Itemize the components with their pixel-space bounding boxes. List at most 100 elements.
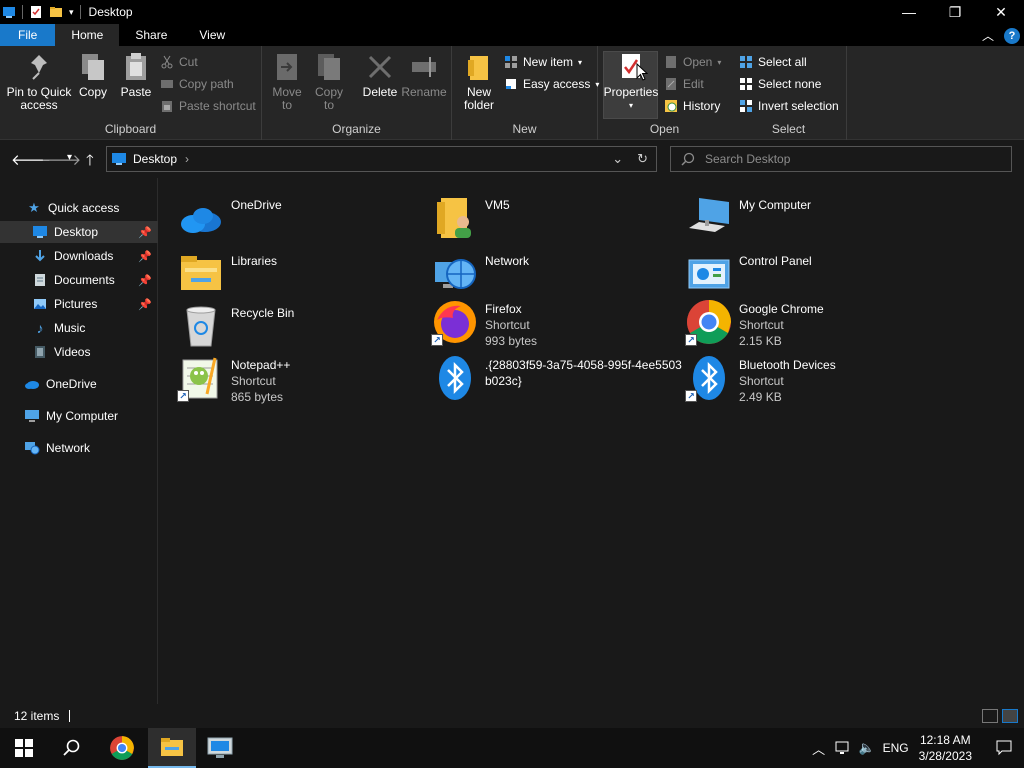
- delete-button[interactable]: Delete: [360, 50, 400, 99]
- file-explorer-icon: [161, 738, 183, 756]
- breadcrumb-desktop[interactable]: Desktop: [133, 152, 177, 166]
- file-item-libraries[interactable]: Libraries: [177, 250, 277, 298]
- sidebar-item-onedrive[interactable]: OneDrive: [0, 373, 158, 395]
- network-status-icon[interactable]: [831, 728, 855, 768]
- paste-shortcut-button[interactable]: Paste shortcut: [160, 96, 256, 116]
- tab-file[interactable]: File: [0, 24, 56, 46]
- search-box[interactable]: Search Desktop: [670, 146, 1012, 172]
- volume-icon[interactable]: 🔈: [855, 728, 879, 768]
- pin-icon: 📌: [138, 298, 152, 311]
- forward-arrow-icon[interactable]: 🡒: [41, 150, 81, 169]
- search-icon: [681, 152, 695, 166]
- paste-button[interactable]: Paste: [118, 50, 154, 99]
- sidebar-item-music[interactable]: ♪ Music: [0, 317, 158, 339]
- taskbar: ︿ 🔈 ENG 12:18 AM 3/28/2023: [0, 728, 1024, 768]
- easy-access-button[interactable]: Easy access ▾: [504, 74, 599, 94]
- sidebar-item-quick-access[interactable]: ★ Quick access: [0, 197, 158, 219]
- collapse-ribbon-icon[interactable]: ︿: [982, 27, 994, 44]
- dropdown-arrow-icon: ▾: [628, 101, 633, 110]
- start-button[interactable]: [0, 728, 48, 768]
- address-bar[interactable]: Desktop › ⌄ ↻: [106, 146, 657, 172]
- pin-icon: 📌: [138, 250, 152, 263]
- recent-locations-chevron-icon[interactable]: ▾: [67, 152, 72, 163]
- tab-view[interactable]: View: [183, 24, 241, 46]
- copy-icon: [82, 54, 104, 80]
- select-none-icon: [740, 78, 752, 90]
- file-item-bluetooth-devices[interactable]: ↗ Bluetooth Devices Shortcut 2.49 KB: [685, 354, 836, 405]
- language-indicator[interactable]: ENG: [879, 728, 913, 768]
- restore-button[interactable]: ❐: [932, 0, 978, 24]
- history-button[interactable]: History: [664, 96, 720, 116]
- copy-button[interactable]: Copy: [76, 50, 110, 99]
- file-list: OneDrive VM5 My Computer Libraries Netwo…: [159, 178, 1024, 704]
- up-arrow-icon[interactable]: 🡑: [86, 150, 94, 175]
- edit-icon: [666, 78, 676, 90]
- select-none-button[interactable]: Select none: [739, 74, 821, 94]
- clock[interactable]: 12:18 AM 3/28/2023: [913, 732, 984, 764]
- copy-to-button[interactable]: Copy to: [312, 50, 346, 112]
- sidebar-item-desktop[interactable]: Desktop 📌: [0, 221, 158, 243]
- sidebar-item-network[interactable]: Network: [0, 437, 158, 459]
- customize-toolbar-icon[interactable]: ▾: [69, 7, 74, 18]
- file-item-recycle-bin[interactable]: Recycle Bin: [177, 302, 294, 350]
- open-button[interactable]: Open ▾: [664, 52, 721, 72]
- file-item-notepad-plus-plus[interactable]: ↗ Notepad++ Shortcut 865 bytes: [177, 354, 290, 405]
- window-title: Desktop: [88, 5, 133, 19]
- edit-button[interactable]: Edit: [664, 74, 704, 94]
- chevron-up-icon[interactable]: ︿: [807, 728, 831, 768]
- search-input[interactable]: Search Desktop: [705, 152, 790, 166]
- network-globe-icon: [435, 259, 476, 289]
- select-all-button[interactable]: Select all: [739, 52, 807, 72]
- address-dropdown-icon[interactable]: ⌄: [612, 151, 623, 167]
- file-item-vm5[interactable]: VM5: [431, 194, 510, 242]
- details-view-icon[interactable]: [982, 709, 998, 723]
- taskbar-chrome-button[interactable]: [98, 728, 146, 768]
- file-item-google-chrome[interactable]: ↗ Google Chrome Shortcut 2.15 KB: [685, 298, 824, 349]
- pin-to-quick-access-button[interactable]: Pin to Quick access: [6, 50, 72, 112]
- taskbar-remote-desktop-button[interactable]: [196, 728, 244, 768]
- status-bar: 12 items: [0, 704, 1024, 728]
- minimize-button[interactable]: —: [886, 0, 932, 24]
- sidebar-item-downloads[interactable]: Downloads 📌: [0, 245, 158, 267]
- file-item-firefox[interactable]: ↗ Firefox Shortcut 993 bytes: [431, 298, 537, 349]
- large-icons-view-icon[interactable]: [1002, 709, 1018, 723]
- taskbar-file-explorer-button[interactable]: [148, 728, 196, 768]
- breadcrumb-chevron-icon[interactable]: ›: [185, 152, 189, 166]
- new-folder-button[interactable]: New folder: [460, 50, 498, 112]
- properties-icon[interactable]: [29, 5, 43, 19]
- paste-shortcut-icon: [162, 101, 172, 112]
- notification-center-icon[interactable]: [984, 728, 1024, 768]
- file-item-network[interactable]: Network: [431, 250, 529, 298]
- close-button[interactable]: ✕: [978, 0, 1024, 24]
- sidebar-item-pictures[interactable]: Pictures 📌: [0, 293, 158, 315]
- properties-button[interactable]: Properties ▾: [604, 50, 658, 112]
- cut-button[interactable]: Cut: [160, 52, 198, 72]
- desktop-icon[interactable]: [2, 5, 16, 19]
- recycle-bin-icon: [186, 306, 216, 347]
- file-item-control-panel[interactable]: Control Panel: [685, 250, 812, 298]
- title-bar: ▾ Desktop — ❐ ✕: [0, 0, 1024, 24]
- new-folder-icon[interactable]: [49, 5, 63, 19]
- invert-selection-button[interactable]: Invert selection: [739, 96, 839, 116]
- move-to-button[interactable]: Move to: [270, 50, 304, 112]
- rename-icon: [412, 57, 436, 77]
- control-panel-icon: [688, 259, 730, 289]
- copy-path-button[interactable]: Copy path: [160, 74, 234, 94]
- new-item-button[interactable]: New item ▾: [504, 52, 582, 72]
- file-item-my-computer[interactable]: My Computer: [685, 194, 811, 242]
- file-item-onedrive[interactable]: OneDrive: [177, 194, 282, 242]
- shortcut-arrow-icon: ↗: [685, 334, 697, 346]
- sidebar-item-videos[interactable]: Videos: [0, 341, 158, 363]
- refresh-icon[interactable]: ↻: [637, 151, 648, 167]
- tab-share[interactable]: Share: [119, 24, 183, 46]
- status-separator: [69, 710, 71, 722]
- file-item-bluetooth-guid[interactable]: .{28803f59-3a75-4058-995f-4ee5503 b023c}: [431, 354, 682, 402]
- search-button[interactable]: [48, 728, 96, 768]
- clipboard-group: Pin to Quick access Copy Paste Cut Copy …: [0, 46, 262, 140]
- rename-button[interactable]: Rename: [401, 50, 447, 99]
- ribbon-tabs: File Home Share View ︿ ?: [0, 24, 1024, 46]
- sidebar-item-my-computer[interactable]: My Computer: [0, 405, 158, 427]
- sidebar-item-documents[interactable]: Documents 📌: [0, 269, 158, 291]
- tab-home[interactable]: Home: [55, 24, 120, 46]
- help-icon[interactable]: ?: [1004, 27, 1020, 44]
